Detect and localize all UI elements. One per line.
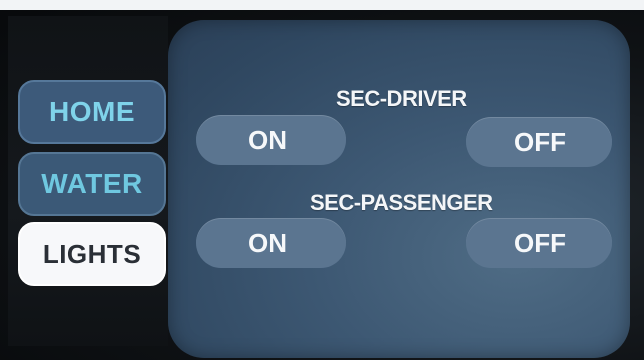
sec-driver-on-button[interactable]: ON [196, 115, 346, 165]
bezel-top [0, 0, 644, 10]
nav-home-button[interactable]: HOME [18, 80, 166, 144]
sec-driver-label: SEC-DRIVER [336, 86, 467, 111]
nav-water-button[interactable]: WATER [18, 152, 166, 216]
nav-lights-button[interactable]: LIGHTS [18, 222, 166, 286]
sec-driver-off-button[interactable]: OFF [466, 117, 612, 167]
sec-passenger-off-button[interactable]: OFF [466, 218, 612, 268]
sec-passenger-on-button[interactable]: ON [196, 218, 346, 268]
sec-passenger-label: SEC-PASSENGER [310, 190, 493, 215]
controls-panel [168, 20, 630, 358]
device-frame: HOME WATER LIGHTS SEC-DRIVER ON OFF SEC-… [0, 0, 644, 360]
